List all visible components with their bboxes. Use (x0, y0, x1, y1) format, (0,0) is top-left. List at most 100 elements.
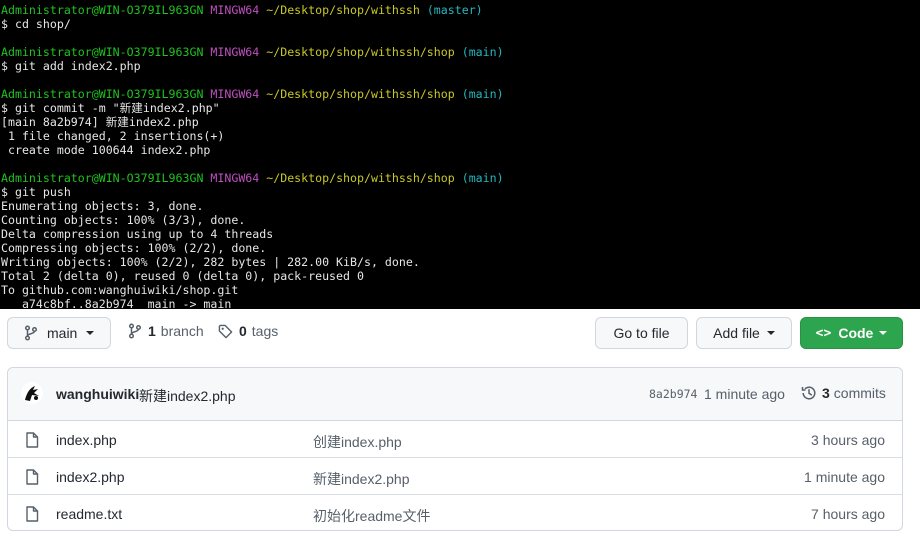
prompt-path: ~/Desktop/shop/withssh (266, 3, 420, 17)
tag-word: tags (251, 323, 279, 339)
terminal-line: Total 2 (delta 0), reused 0 (delta 0), p… (1, 269, 920, 283)
file-name-link[interactable]: readme.txt (56, 506, 122, 522)
terminal-line: 1 file changed, 2 insertions(+) (1, 129, 920, 143)
prompt-user: Administrator@WIN-O379IL963GN (1, 3, 204, 17)
terminal-text: Writing objects: 100% (2/2), 282 bytes |… (1, 255, 420, 269)
terminal-text: Counting objects: 100% (3/3), done. (1, 213, 246, 227)
terminal-line: Delta compression using up to 4 threads (1, 227, 920, 241)
terminal-line: To github.com:wanghuiwiki/shop.git (1, 283, 920, 297)
latest-commit-bar: wanghuiwiki 新建index2.php 8a2b974 1 minut… (8, 368, 902, 421)
commits-history-link[interactable]: 3 commits (801, 385, 886, 401)
prompt-branch: (main) (461, 171, 504, 185)
prompt-path: ~/Desktop/shop/withssh/shop (266, 171, 455, 185)
prompt-sys: MINGW64 (210, 87, 260, 101)
prompt-user: Administrator@WIN-O379IL963GN (1, 171, 204, 185)
go-to-file-button[interactable]: Go to file (595, 317, 688, 349)
git-bash-terminal[interactable]: Administrator@WIN-O379IL963GN MINGW64 ~/… (0, 0, 920, 309)
terminal-text: To github.com:wanghuiwiki/shop.git (1, 283, 239, 297)
terminal-line: Administrator@WIN-O379IL963GN MINGW64 ~/… (1, 87, 920, 101)
branch-select-button[interactable]: main (7, 317, 111, 349)
terminal-line: $ git add index2.php (1, 59, 920, 73)
tags-link[interactable]: 0 tags (218, 323, 278, 339)
file-commit-message-link[interactable]: 初始化readme文件 (313, 506, 430, 526)
terminal-line: Compressing objects: 100% (2/2), done. (1, 241, 920, 255)
file-row[interactable]: readme.txt 初始化readme文件 7 hours ago (8, 495, 902, 530)
git-branch-icon (128, 323, 142, 339)
terminal-text: 1 file changed, 2 insertions(+) (1, 129, 225, 143)
terminal-text: $ git add index2.php (1, 59, 141, 73)
commit-sha-link[interactable]: 8a2b974 (649, 387, 697, 401)
terminal-line: create mode 100644 index2.php (1, 143, 920, 157)
chevron-down-icon (879, 331, 888, 335)
terminal-line: $ git commit -m "新建index2.php" (1, 101, 920, 115)
prompt-branch: (main) (461, 87, 504, 101)
code-label: Code (838, 325, 874, 341)
add-file-button[interactable]: Add file (696, 317, 792, 349)
file-row[interactable]: index2.php 新建index2.php 1 minute ago (8, 458, 902, 495)
terminal-text: Total 2 (delta 0), reused 0 (delta 0), p… (1, 269, 364, 283)
file-icon (26, 469, 39, 485)
chevron-down-icon (766, 331, 775, 335)
code-icon: <> (815, 325, 832, 341)
prompt-sys: MINGW64 (210, 45, 260, 59)
git-branch-icon (24, 325, 38, 341)
terminal-line: $ cd shop/ (1, 17, 920, 31)
terminal-line: Enumerating objects: 3, done. (1, 199, 920, 213)
terminal-text: Delta compression using up to 4 threads (1, 227, 274, 241)
prompt-branch: (master) (426, 3, 483, 17)
terminal-line: Administrator@WIN-O379IL963GN MINGW64 ~/… (1, 171, 920, 185)
file-name-link[interactable]: index.php (56, 432, 117, 448)
commit-author-link[interactable]: wanghuiwiki (56, 386, 139, 402)
tag-icon (218, 324, 233, 338)
terminal-text: $ git commit -m "新建index2.php" (1, 101, 220, 115)
file-icon (26, 506, 39, 522)
file-row[interactable]: index.php 创建index.php 3 hours ago (8, 421, 902, 458)
tag-count: 0 (239, 323, 247, 339)
go-to-file-label: Go to file (613, 325, 670, 341)
github-repo-panel: main 1 branch 0 tags Go to file Add file… (0, 309, 920, 537)
prompt-branch: (main) (461, 45, 504, 59)
commits-count: 3 (822, 385, 830, 401)
file-icon (26, 432, 39, 448)
commits-word: commits (833, 385, 886, 401)
file-commit-time: 1 minute ago (804, 469, 885, 485)
prompt-path: ~/Desktop/shop/withssh/shop (266, 87, 455, 101)
terminal-text: Enumerating objects: 3, done. (1, 199, 204, 213)
chevron-down-icon (86, 331, 95, 335)
code-button[interactable]: <> Code (800, 317, 903, 349)
terminal-text: $ cd shop/ (1, 17, 71, 31)
prompt-user: Administrator@WIN-O379IL963GN (1, 87, 204, 101)
file-commit-message-link[interactable]: 创建index.php (313, 432, 402, 452)
add-file-label: Add file (713, 325, 760, 341)
file-list-box: wanghuiwiki 新建index2.php 8a2b974 1 minut… (7, 367, 903, 531)
terminal-text: create mode 100644 index2.php (1, 143, 211, 157)
prompt-user: Administrator@WIN-O379IL963GN (1, 45, 204, 59)
prompt-sys: MINGW64 (210, 3, 260, 17)
commit-message-link[interactable]: 新建index2.php (139, 386, 236, 406)
commit-time: 1 minute ago (704, 386, 785, 402)
terminal-text: [main 8a2b974] 新建index2.php (1, 115, 199, 129)
terminal-text: Compressing objects: 100% (2/2), done. (1, 241, 267, 255)
terminal-text: $ git push (1, 185, 71, 199)
avatar[interactable] (21, 382, 43, 404)
branch-count: 1 (148, 323, 156, 339)
terminal-text: a74c8bf..8a2b974 main -> main (1, 297, 232, 309)
terminal-line: Administrator@WIN-O379IL963GN MINGW64 ~/… (1, 45, 920, 59)
file-commit-message-link[interactable]: 新建index2.php (313, 469, 410, 489)
file-commit-time: 7 hours ago (811, 506, 885, 522)
terminal-line: Counting objects: 100% (3/3), done. (1, 213, 920, 227)
branches-link[interactable]: 1 branch (128, 323, 204, 339)
history-icon (801, 386, 816, 400)
terminal-line: a74c8bf..8a2b974 main -> main (1, 297, 920, 309)
terminal-line: [main 8a2b974] 新建index2.php (1, 115, 920, 129)
branch-select-label: main (47, 325, 78, 341)
file-commit-time: 3 hours ago (811, 432, 885, 448)
file-name-link[interactable]: index2.php (56, 469, 125, 485)
prompt-sys: MINGW64 (210, 171, 260, 185)
branch-word: branch (160, 323, 204, 339)
